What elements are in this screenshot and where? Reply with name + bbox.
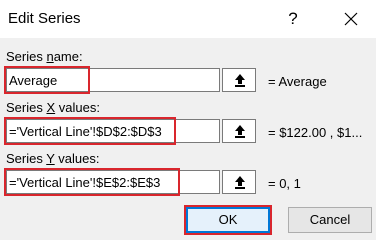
ok-button[interactable]: OK: [186, 207, 270, 233]
cancel-button[interactable]: Cancel: [288, 207, 372, 233]
series-x-preview: = $122.00 , $1...: [268, 125, 363, 140]
collapse-arrow-icon: [235, 176, 245, 189]
series-name-field[interactable]: Average: [6, 68, 220, 92]
collapse-arrow-icon: [235, 125, 245, 138]
series-y-preview: = 0, 1: [268, 176, 301, 191]
series-y-label: Series Y values:: [6, 151, 100, 166]
series-x-label: Series X values:: [6, 100, 100, 115]
series-y-field[interactable]: ='Vertical Line'!$E$2:$E$3: [6, 170, 220, 194]
title-bar: Edit Series ?: [0, 0, 376, 38]
collapse-arrow-icon: [235, 74, 245, 87]
series-x-value: ='Vertical Line'!$D$2:$D$3: [9, 124, 162, 139]
series-x-collapse-button[interactable]: [222, 119, 256, 143]
series-name-preview: = Average: [268, 74, 327, 89]
series-y-collapse-button[interactable]: [222, 170, 256, 194]
series-name-collapse-button[interactable]: [222, 68, 256, 92]
close-icon: [344, 12, 358, 26]
series-name-label: Series name:: [6, 49, 83, 64]
dialog-title: Edit Series: [8, 10, 81, 27]
series-name-value: Average: [9, 73, 58, 88]
series-y-value: ='Vertical Line'!$E$2:$E$3: [9, 175, 161, 190]
close-button[interactable]: [338, 5, 364, 33]
series-x-field[interactable]: ='Vertical Line'!$D$2:$D$3: [6, 119, 220, 143]
help-button[interactable]: ?: [280, 5, 306, 33]
